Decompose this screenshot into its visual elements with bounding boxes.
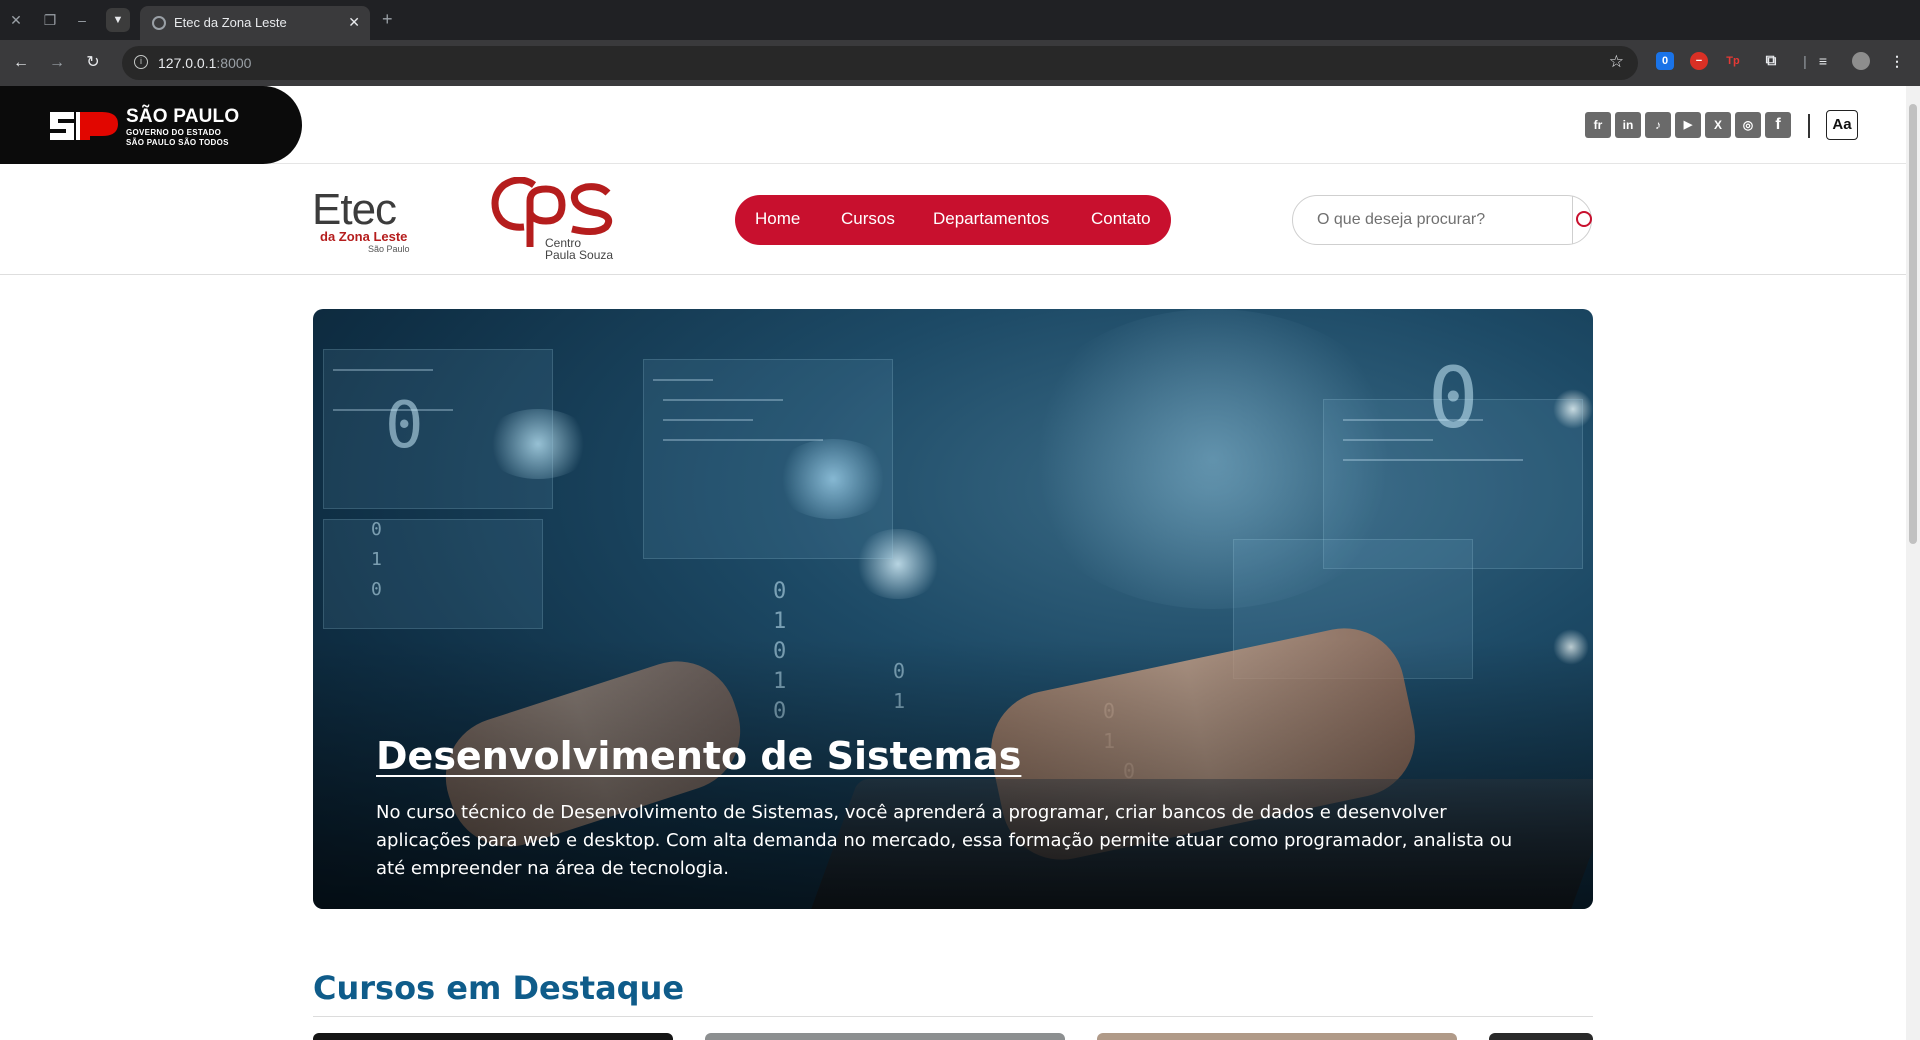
cps-logo-text: Centro Paula Souza [545,237,613,261]
hero-title[interactable]: Desenvolvimento de Sistemas [376,734,1021,778]
browser-toolbar: ← → ↻ i 127.0.0.1:8000 ☆ [0,40,1920,86]
nav-home[interactable]: Home [755,209,800,229]
browser-menu-icon[interactable]: ⋮ [1888,52,1906,70]
page-scrollbar[interactable] [1906,86,1920,1040]
search-box [1292,195,1592,245]
search-icon[interactable] [1574,209,1594,229]
nav-cursos[interactable]: Cursos [841,209,895,229]
site-header: Etec da Zona Leste São Paulo Centro Paul… [0,165,1906,275]
gov-logo-slogan: SÃO PAULO SÃO TODOS [126,138,229,147]
url-host: 127.0.0.1 [158,55,217,71]
profile-avatar[interactable] [1852,52,1870,70]
back-icon[interactable]: ← [10,52,32,74]
tab-search-chevron-icon[interactable]: ▼ [106,8,130,32]
youtube-icon[interactable]: ▶ [1675,112,1701,138]
course-card[interactable] [1489,1033,1593,1040]
search-input[interactable] [1293,196,1573,244]
globe-icon [152,16,166,30]
course-card[interactable] [1097,1033,1457,1040]
featured-courses-divider [313,1016,1593,1017]
social-divider [1808,114,1810,138]
etec-logo[interactable]: Etec da Zona Leste São Paulo [312,185,422,255]
linkedin-icon[interactable]: in [1615,112,1641,138]
tiktok-icon[interactable]: ♪ [1645,112,1671,138]
extension-badge-icon[interactable]: 0 [1656,52,1674,70]
etec-logo-zona: da Zona Leste [320,229,408,244]
tab-title: Etec da Zona Leste [174,15,287,30]
hero-banner[interactable]: 0 0 0 1 0 1 0 0 1 0 0 1 0 0 1 Desenvolvi… [313,309,1593,909]
toolbar-separator: | [1803,53,1807,69]
new-tab-button[interactable]: + [382,9,393,30]
sp-logo-mark-icon [50,112,118,140]
window-restore-icon[interactable]: ❐ [40,10,60,30]
featured-courses-title: Cursos em Destaque [313,969,685,1007]
gov-logo-subtitle: GOVERNO DO ESTADO [126,128,222,137]
address-bar[interactable]: i 127.0.0.1:8000 ☆ [122,46,1638,80]
site-info-icon[interactable]: i [134,55,148,69]
font-size-button[interactable]: Aa [1826,110,1858,140]
tab-close-icon[interactable]: ✕ [348,14,360,31]
puzzle-icon[interactable]: ⧉ [1762,52,1780,70]
window-minimize-icon[interactable]: – [72,10,92,30]
instagram-icon[interactable]: ◎ [1735,112,1761,138]
flickr-icon[interactable]: fr [1585,112,1611,138]
web-page: SÃO PAULO GOVERNO DO ESTADO SÃO PAULO SÃ… [0,86,1906,1040]
hero-description: No curso técnico de Desenvolvimento de S… [376,802,1513,879]
government-bar: SÃO PAULO GOVERNO DO ESTADO SÃO PAULO SÃ… [0,86,1906,164]
cps-logo[interactable]: Centro Paula Souza [490,176,620,265]
tp-extension-icon[interactable]: Tp [1724,52,1742,70]
bookmark-star-icon[interactable]: ☆ [1609,52,1624,72]
nav-departamentos[interactable]: Departamentos [933,209,1049,229]
sao-paulo-government-logo[interactable]: SÃO PAULO GOVERNO DO ESTADO SÃO PAULO SÃ… [0,86,302,164]
url-port: :8000 [216,55,252,71]
adblock-icon[interactable]: − [1690,52,1708,70]
main-navigation: Home Cursos Departamentos Contato [735,195,1171,245]
scrollbar-thumb[interactable] [1909,104,1917,544]
course-card[interactable] [313,1033,673,1040]
gov-logo-title: SÃO PAULO [126,106,240,127]
reading-list-icon[interactable]: ≡ [1814,52,1832,70]
reload-icon[interactable]: ↻ [82,52,104,74]
forward-icon[interactable]: → [46,52,68,74]
window-close-icon[interactable]: ✕ [6,10,26,30]
search-divider [1572,196,1573,244]
browser-tab-bar: ✕ ❐ – ▼ Etec da Zona Leste ✕ + [0,0,1920,40]
x-icon[interactable]: X [1705,112,1731,138]
cps-logo-line2: Paula Souza [545,248,614,262]
course-card[interactable] [705,1033,1065,1040]
nav-contato[interactable]: Contato [1091,209,1151,229]
etec-logo-word: Etec [312,185,397,234]
etec-logo-city: São Paulo [368,244,410,254]
facebook-icon[interactable]: f [1765,112,1791,138]
browser-tab[interactable]: Etec da Zona Leste ✕ [140,6,370,40]
url-text[interactable]: 127.0.0.1:8000 [158,55,251,71]
